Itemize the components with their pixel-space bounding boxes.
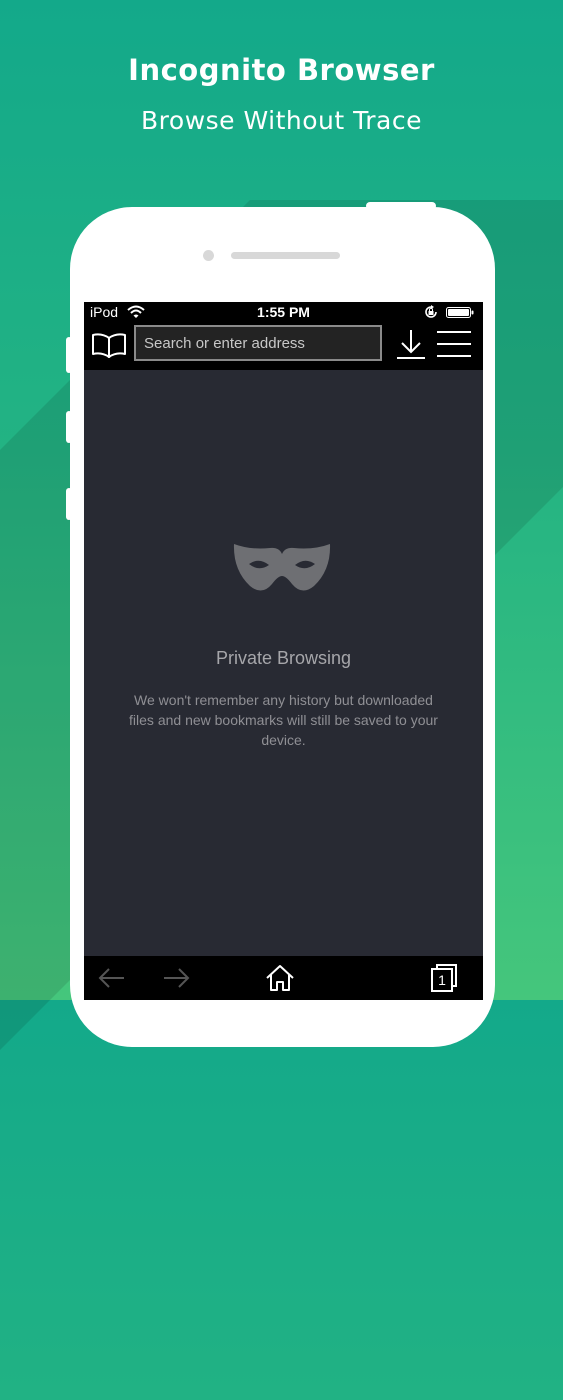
browser-toolbar (84, 322, 483, 370)
front-camera (203, 250, 214, 261)
private-browsing-description: We won't remember any history but downlo… (129, 692, 438, 748)
browser-bottom-bar: 1 (84, 956, 483, 1000)
address-input[interactable] (136, 327, 380, 359)
open-book-icon[interactable] (90, 330, 128, 362)
status-bar: iPod 1:55 PM (84, 302, 483, 322)
private-browsing-title: Private Browsing (215, 648, 352, 668)
tab-count: 1 (438, 972, 446, 988)
home-icon[interactable] (264, 962, 296, 994)
download-icon[interactable] (394, 326, 428, 362)
volume-down-button (66, 488, 72, 520)
rotation-lock-icon (425, 305, 437, 318)
address-bar[interactable] (134, 325, 382, 361)
forward-arrow-icon[interactable] (160, 962, 192, 994)
phone-screen: iPod 1:55 PM Search or enter address Pri… (84, 302, 483, 1000)
battery-icon (446, 307, 474, 318)
earpiece-speaker (231, 252, 340, 259)
back-arrow-icon[interactable] (96, 962, 128, 994)
hero-subtitle: Browse Without Trace (141, 106, 422, 135)
mute-switch (66, 337, 72, 373)
hamburger-menu-icon[interactable] (435, 326, 473, 362)
volume-up-button (66, 411, 72, 443)
tabs-button[interactable]: 1 (428, 962, 460, 994)
incognito-mask-icon (233, 544, 331, 591)
hero-title: Incognito Browser (128, 53, 435, 87)
power-button (366, 202, 436, 210)
